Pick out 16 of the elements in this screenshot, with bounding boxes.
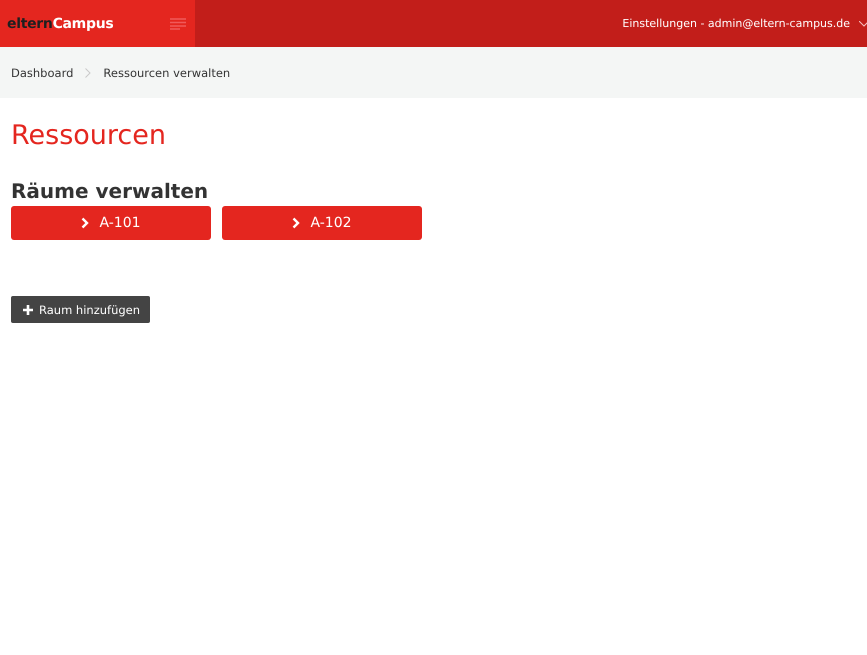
breadcrumb-link[interactable]: Dashboard bbox=[11, 66, 74, 80]
room-button[interactable]: A-101 bbox=[11, 206, 211, 240]
logo-text: eltern bbox=[7, 16, 53, 32]
room-button[interactable]: A-102 bbox=[222, 206, 422, 240]
page-title: Ressourcen bbox=[11, 120, 167, 152]
breadcrumb-link[interactable]: Ressourcen verwalten bbox=[103, 66, 230, 80]
section-title: Räume verwalten bbox=[11, 178, 210, 204]
chevron-down-icon[interactable] bbox=[859, 20, 867, 26]
add-room-button[interactable]: Raum hinzufügen bbox=[11, 296, 150, 323]
chevron-right-icon bbox=[292, 217, 300, 229]
logo-text: Campus bbox=[52, 16, 114, 32]
user-menu[interactable]: Einstellungen - admin@eltern-campus.de bbox=[622, 17, 850, 30]
plus-icon bbox=[23, 304, 33, 314]
chevron-right-icon bbox=[85, 68, 92, 78]
chevron-right-icon bbox=[81, 217, 90, 229]
logo[interactable]: elternCampus bbox=[7, 16, 114, 32]
